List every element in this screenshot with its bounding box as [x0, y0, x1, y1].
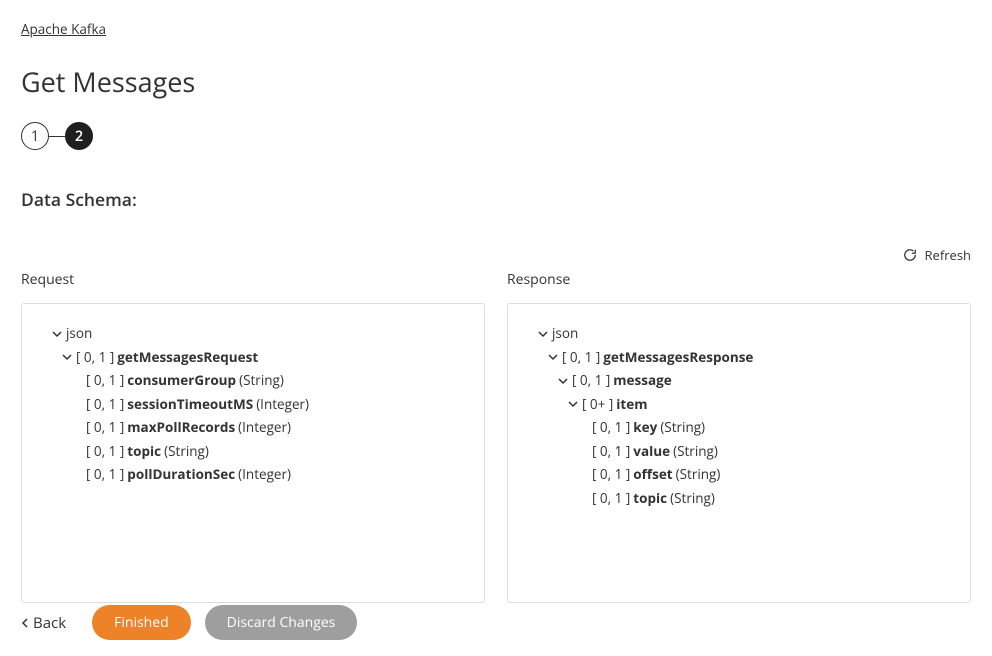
- tree-node-polldurationsec[interactable]: [ 0, 1 ] pollDurationSec (Integer): [38, 463, 468, 487]
- node-type: (String): [660, 421, 705, 435]
- node-type: (String): [673, 445, 718, 459]
- step-1[interactable]: 1: [21, 122, 49, 150]
- tree-root-label: json: [66, 327, 92, 341]
- chevron-down-icon[interactable]: [58, 352, 76, 362]
- tree-node-offset[interactable]: [ 0, 1 ] offset (String): [524, 463, 954, 487]
- page-title: Get Messages: [21, 63, 971, 100]
- tree-node-getmessagesrequest[interactable]: [ 0, 1 ] getMessagesRequest: [38, 346, 468, 370]
- node-type: (Integer): [238, 468, 291, 482]
- back-label: Back: [33, 613, 66, 633]
- chevron-down-icon[interactable]: [564, 399, 582, 409]
- cardinality: [ 0, 1 ]: [562, 351, 600, 365]
- node-name: getMessagesResponse: [603, 351, 753, 365]
- tree-node-json[interactable]: json: [524, 322, 954, 346]
- node-name: message: [613, 374, 671, 388]
- tree-root-label: json: [552, 327, 578, 341]
- cardinality: [ 0+ ]: [582, 398, 613, 412]
- refresh-button[interactable]: Refresh: [21, 246, 971, 264]
- node-type: (Integer): [256, 398, 309, 412]
- breadcrumb-link[interactable]: Apache Kafka: [21, 20, 106, 38]
- node-name: value: [633, 445, 670, 459]
- node-name: maxPollRecords: [127, 421, 235, 435]
- chevron-down-icon[interactable]: [554, 376, 572, 386]
- tree-node-topic[interactable]: [ 0, 1 ] topic (String): [524, 487, 954, 511]
- discard-button[interactable]: Discard Changes: [205, 605, 358, 640]
- tree-node-message[interactable]: [ 0, 1 ] message: [524, 369, 954, 393]
- cardinality: [ 0, 1 ]: [86, 421, 124, 435]
- refresh-label: Refresh: [925, 246, 971, 264]
- node-type: (String): [239, 374, 284, 388]
- refresh-icon: [903, 248, 917, 262]
- cardinality: [ 0, 1 ]: [86, 398, 124, 412]
- wizard-stepper: 1 2: [21, 122, 971, 150]
- tree-node-consumergroup[interactable]: [ 0, 1 ] consumerGroup (String): [38, 369, 468, 393]
- tree-node-maxpollrecords[interactable]: [ 0, 1 ] maxPollRecords (Integer): [38, 416, 468, 440]
- cardinality: [ 0, 1 ]: [592, 492, 630, 506]
- cardinality: [ 0, 1 ]: [592, 468, 630, 482]
- tree-node-json[interactable]: json: [38, 322, 468, 346]
- step-2[interactable]: 2: [65, 122, 93, 150]
- cardinality: [ 0, 1 ]: [86, 445, 124, 459]
- node-type: (String): [676, 468, 721, 482]
- node-name: topic: [127, 445, 161, 459]
- step-connector: [49, 136, 65, 137]
- chevron-left-icon: [21, 613, 29, 633]
- node-name: offset: [633, 468, 672, 482]
- node-name: getMessagesRequest: [117, 351, 258, 365]
- node-type: (String): [164, 445, 209, 459]
- tree-node-sessiontimeoutms[interactable]: [ 0, 1 ] sessionTimeoutMS (Integer): [38, 393, 468, 417]
- tree-node-key[interactable]: [ 0, 1 ] key (String): [524, 416, 954, 440]
- footer-actions: Back Finished Discard Changes: [21, 605, 357, 640]
- node-name: item: [616, 398, 647, 412]
- section-title: Data Schema:: [21, 188, 971, 212]
- tree-node-value[interactable]: [ 0, 1 ] value (String): [524, 440, 954, 464]
- chevron-down-icon[interactable]: [48, 329, 66, 339]
- request-panel: json [ 0, 1 ] getMessagesRequest [ 0, 1 …: [21, 303, 485, 603]
- node-name: key: [633, 421, 657, 435]
- node-type: (Integer): [238, 421, 291, 435]
- tree-node-item[interactable]: [ 0+ ] item: [524, 393, 954, 417]
- chevron-down-icon[interactable]: [534, 329, 552, 339]
- request-label: Request: [21, 270, 485, 289]
- node-name: consumerGroup: [127, 374, 236, 388]
- response-column: Response json [ 0, 1 ] getMessagesRespon…: [507, 270, 971, 603]
- cardinality: [ 0, 1 ]: [76, 351, 114, 365]
- cardinality: [ 0, 1 ]: [592, 445, 630, 459]
- node-name: sessionTimeoutMS: [127, 398, 253, 412]
- tree-node-getmessagesresponse[interactable]: [ 0, 1 ] getMessagesResponse: [524, 346, 954, 370]
- request-column: Request json [ 0, 1 ] getMessagesRequest…: [21, 270, 485, 603]
- finished-button[interactable]: Finished: [92, 605, 191, 640]
- cardinality: [ 0, 1 ]: [592, 421, 630, 435]
- response-panel: json [ 0, 1 ] getMessagesResponse [ 0, 1…: [507, 303, 971, 603]
- cardinality: [ 0, 1 ]: [572, 374, 610, 388]
- cardinality: [ 0, 1 ]: [86, 374, 124, 388]
- chevron-down-icon[interactable]: [544, 352, 562, 362]
- cardinality: [ 0, 1 ]: [86, 468, 124, 482]
- schema-panels: Request json [ 0, 1 ] getMessagesRequest…: [21, 270, 971, 603]
- node-type: (String): [670, 492, 715, 506]
- node-name: pollDurationSec: [127, 468, 235, 482]
- back-button[interactable]: Back: [21, 613, 66, 633]
- tree-node-topic[interactable]: [ 0, 1 ] topic (String): [38, 440, 468, 464]
- node-name: topic: [633, 492, 667, 506]
- response-label: Response: [507, 270, 971, 289]
